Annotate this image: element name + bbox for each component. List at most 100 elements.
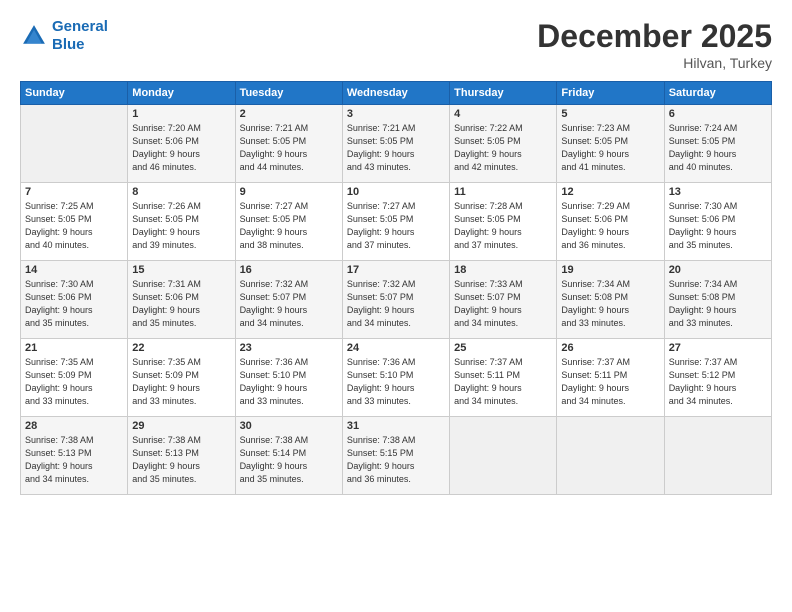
calendar-cell <box>450 417 557 495</box>
day-number: 17 <box>347 264 445 276</box>
day-number: 23 <box>240 342 338 354</box>
cell-content: Sunrise: 7:24 AM Sunset: 5:05 PM Dayligh… <box>669 122 767 174</box>
cell-content: Sunrise: 7:37 AM Sunset: 5:11 PM Dayligh… <box>454 356 552 408</box>
cell-content: Sunrise: 7:36 AM Sunset: 5:10 PM Dayligh… <box>347 356 445 408</box>
cell-content: Sunrise: 7:31 AM Sunset: 5:06 PM Dayligh… <box>132 278 230 330</box>
cell-content: Sunrise: 7:20 AM Sunset: 5:06 PM Dayligh… <box>132 122 230 174</box>
col-saturday: Saturday <box>664 82 771 105</box>
day-number: 14 <box>25 264 123 276</box>
calendar-cell: 4 Sunrise: 7:22 AM Sunset: 5:05 PM Daylig… <box>450 105 557 183</box>
cell-content: Sunrise: 7:28 AM Sunset: 5:05 PM Dayligh… <box>454 200 552 252</box>
calendar-cell <box>664 417 771 495</box>
col-tuesday: Tuesday <box>235 82 342 105</box>
cell-content: Sunrise: 7:35 AM Sunset: 5:09 PM Dayligh… <box>25 356 123 408</box>
page: General Blue December 2025 Hilvan, Turke… <box>0 0 792 612</box>
calendar-cell: 21 Sunrise: 7:35 AM Sunset: 5:09 PM Dayli… <box>21 339 128 417</box>
col-sunday: Sunday <box>21 82 128 105</box>
cell-content: Sunrise: 7:38 AM Sunset: 5:15 PM Dayligh… <box>347 434 445 486</box>
calendar-cell: 6Sunrise: 7:24 AM Sunset: 5:05 PM Daylig… <box>664 105 771 183</box>
cell-content: Sunrise: 7:25 AM Sunset: 5:05 PM Dayligh… <box>25 200 123 252</box>
cell-content: Sunrise: 7:21 AM Sunset: 5:05 PM Dayligh… <box>240 122 338 174</box>
day-number: 8 <box>132 186 230 198</box>
cell-content: Sunrise: 7:37 AM Sunset: 5:12 PM Dayligh… <box>669 356 767 408</box>
day-number: 2 <box>240 108 338 120</box>
cell-content: Sunrise: 7:33 AM Sunset: 5:07 PM Dayligh… <box>454 278 552 330</box>
cell-content: Sunrise: 7:30 AM Sunset: 5:06 PM Dayligh… <box>669 200 767 252</box>
calendar-cell: 7 Sunrise: 7:25 AM Sunset: 5:05 PM Daylig… <box>21 183 128 261</box>
calendar-cell: 11 Sunrise: 7:28 AM Sunset: 5:05 PM Dayli… <box>450 183 557 261</box>
calendar-table: Sunday Monday Tuesday Wednesday Thursday… <box>20 81 772 495</box>
day-number: 4 <box>454 108 552 120</box>
day-number: 31 <box>347 420 445 432</box>
cell-content: Sunrise: 7:36 AM Sunset: 5:10 PM Dayligh… <box>240 356 338 408</box>
day-number: 25 <box>454 342 552 354</box>
col-wednesday: Wednesday <box>342 82 449 105</box>
calendar-cell: 2 Sunrise: 7:21 AM Sunset: 5:05 PM Daylig… <box>235 105 342 183</box>
calendar-cell: 8 Sunrise: 7:26 AM Sunset: 5:05 PM Daylig… <box>128 183 235 261</box>
week-row-1: 1 Sunrise: 7:20 AM Sunset: 5:06 PM Daylig… <box>21 105 772 183</box>
day-number: 21 <box>25 342 123 354</box>
day-number: 12 <box>561 186 659 198</box>
cell-content: Sunrise: 7:35 AM Sunset: 5:09 PM Dayligh… <box>132 356 230 408</box>
cell-content: Sunrise: 7:34 AM Sunset: 5:08 PM Dayligh… <box>669 278 767 330</box>
logo-icon <box>20 22 48 50</box>
calendar-cell: 13Sunrise: 7:30 AM Sunset: 5:06 PM Dayli… <box>664 183 771 261</box>
logo-text: General Blue <box>52 18 108 54</box>
week-row-3: 14 Sunrise: 7:30 AM Sunset: 5:06 PM Dayli… <box>21 261 772 339</box>
cell-content: Sunrise: 7:27 AM Sunset: 5:05 PM Dayligh… <box>347 200 445 252</box>
cell-content: Sunrise: 7:23 AM Sunset: 5:05 PM Dayligh… <box>561 122 659 174</box>
calendar-cell: 9Sunrise: 7:27 AM Sunset: 5:05 PM Daylig… <box>235 183 342 261</box>
day-number: 1 <box>132 108 230 120</box>
calendar-cell: 19 Sunrise: 7:34 AM Sunset: 5:08 PM Dayli… <box>557 261 664 339</box>
calendar-cell <box>21 105 128 183</box>
header-row: Sunday Monday Tuesday Wednesday Thursday… <box>21 82 772 105</box>
day-number: 27 <box>669 342 767 354</box>
calendar-cell: 16Sunrise: 7:32 AM Sunset: 5:07 PM Dayli… <box>235 261 342 339</box>
cell-content: Sunrise: 7:38 AM Sunset: 5:13 PM Dayligh… <box>25 434 123 486</box>
cell-content: Sunrise: 7:22 AM Sunset: 5:05 PM Dayligh… <box>454 122 552 174</box>
cell-content: Sunrise: 7:37 AM Sunset: 5:11 PM Dayligh… <box>561 356 659 408</box>
day-number: 11 <box>454 186 552 198</box>
day-number: 22 <box>132 342 230 354</box>
calendar-cell: 1 Sunrise: 7:20 AM Sunset: 5:06 PM Daylig… <box>128 105 235 183</box>
cell-content: Sunrise: 7:38 AM Sunset: 5:13 PM Dayligh… <box>132 434 230 486</box>
calendar-cell: 29 Sunrise: 7:38 AM Sunset: 5:13 PM Dayli… <box>128 417 235 495</box>
calendar-cell: 18Sunrise: 7:33 AM Sunset: 5:07 PM Dayli… <box>450 261 557 339</box>
cell-content: Sunrise: 7:34 AM Sunset: 5:08 PM Dayligh… <box>561 278 659 330</box>
calendar-cell: 31 Sunrise: 7:38 AM Sunset: 5:15 PM Dayli… <box>342 417 449 495</box>
calendar-cell: 12 Sunrise: 7:29 AM Sunset: 5:06 PM Dayli… <box>557 183 664 261</box>
location-subtitle: Hilvan, Turkey <box>537 55 772 71</box>
cell-content: Sunrise: 7:38 AM Sunset: 5:14 PM Dayligh… <box>240 434 338 486</box>
cell-content: Sunrise: 7:32 AM Sunset: 5:07 PM Dayligh… <box>347 278 445 330</box>
calendar-cell: 20Sunrise: 7:34 AM Sunset: 5:08 PM Dayli… <box>664 261 771 339</box>
calendar-cell: 22 Sunrise: 7:35 AM Sunset: 5:09 PM Dayli… <box>128 339 235 417</box>
calendar-cell: 26Sunrise: 7:37 AM Sunset: 5:11 PM Dayli… <box>557 339 664 417</box>
cell-content: Sunrise: 7:26 AM Sunset: 5:05 PM Dayligh… <box>132 200 230 252</box>
calendar-cell: 5Sunrise: 7:23 AM Sunset: 5:05 PM Daylig… <box>557 105 664 183</box>
cell-content: Sunrise: 7:30 AM Sunset: 5:06 PM Dayligh… <box>25 278 123 330</box>
cell-content: Sunrise: 7:27 AM Sunset: 5:05 PM Dayligh… <box>240 200 338 252</box>
day-number: 29 <box>132 420 230 432</box>
calendar-cell: 28 Sunrise: 7:38 AM Sunset: 5:13 PM Dayli… <box>21 417 128 495</box>
day-number: 16 <box>240 264 338 276</box>
calendar-cell: 23 Sunrise: 7:36 AM Sunset: 5:10 PM Dayli… <box>235 339 342 417</box>
calendar-cell: 10Sunrise: 7:27 AM Sunset: 5:05 PM Dayli… <box>342 183 449 261</box>
calendar-cell: 17 Sunrise: 7:32 AM Sunset: 5:07 PM Dayli… <box>342 261 449 339</box>
day-number: 19 <box>561 264 659 276</box>
cell-content: Sunrise: 7:21 AM Sunset: 5:05 PM Dayligh… <box>347 122 445 174</box>
day-number: 3 <box>347 108 445 120</box>
week-row-5: 28 Sunrise: 7:38 AM Sunset: 5:13 PM Dayli… <box>21 417 772 495</box>
col-monday: Monday <box>128 82 235 105</box>
day-number: 30 <box>240 420 338 432</box>
day-number: 7 <box>25 186 123 198</box>
header: General Blue December 2025 Hilvan, Turke… <box>20 18 772 71</box>
calendar-cell: 30 Sunrise: 7:38 AM Sunset: 5:14 PM Dayli… <box>235 417 342 495</box>
cell-content: Sunrise: 7:29 AM Sunset: 5:06 PM Dayligh… <box>561 200 659 252</box>
week-row-4: 21 Sunrise: 7:35 AM Sunset: 5:09 PM Dayli… <box>21 339 772 417</box>
calendar-cell: 14 Sunrise: 7:30 AM Sunset: 5:06 PM Dayli… <box>21 261 128 339</box>
day-number: 24 <box>347 342 445 354</box>
title-block: December 2025 Hilvan, Turkey <box>537 18 772 71</box>
calendar-cell <box>557 417 664 495</box>
day-number: 28 <box>25 420 123 432</box>
week-row-2: 7 Sunrise: 7:25 AM Sunset: 5:05 PM Daylig… <box>21 183 772 261</box>
